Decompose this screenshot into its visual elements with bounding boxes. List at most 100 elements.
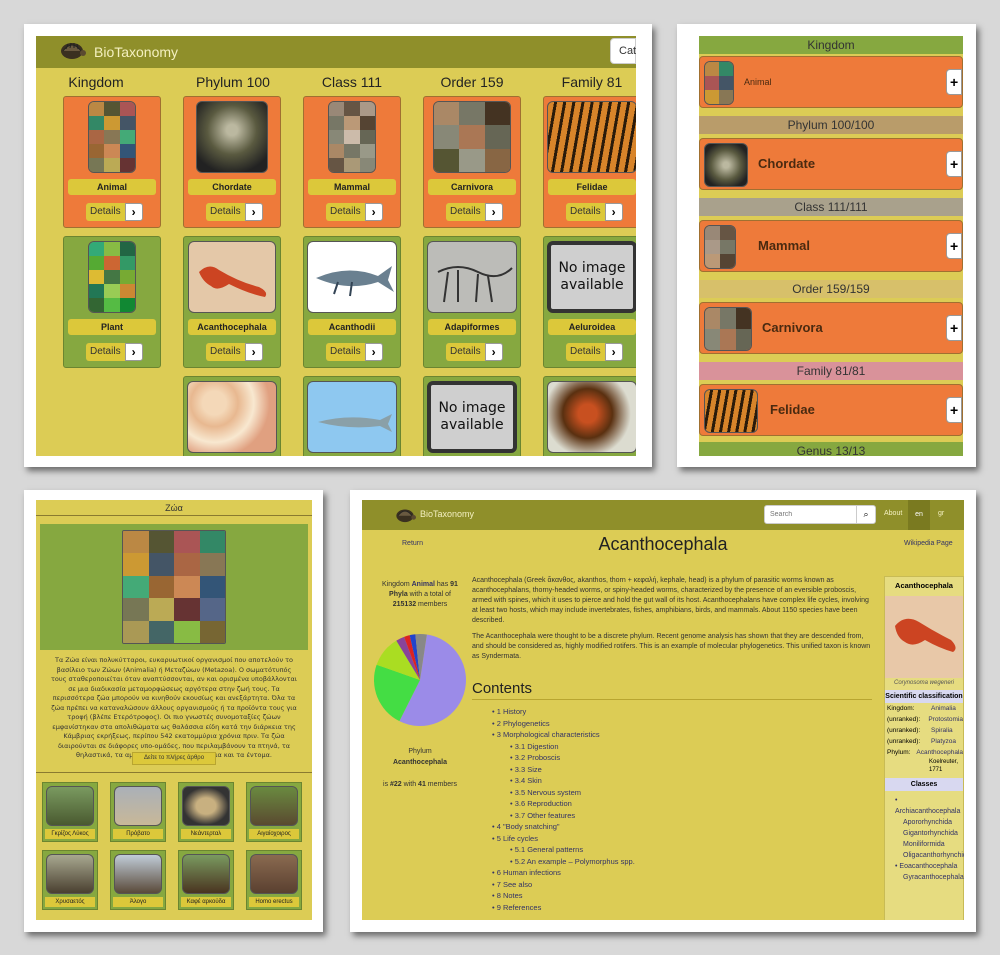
- chordate-thumbnail: [704, 143, 748, 187]
- full-article-button[interactable]: Δείτε το πλήρες άρθρο: [132, 752, 216, 765]
- level-header-genus: Genus 13/13: [699, 442, 963, 456]
- plant-collage-image: [88, 241, 136, 313]
- card-partial[interactable]: [303, 376, 401, 456]
- toc-item[interactable]: • 3.3 Size: [492, 764, 792, 776]
- row-animal[interactable]: Animal +: [699, 56, 963, 108]
- details-button[interactable]: Details ›: [86, 343, 143, 361]
- tile-golden-eagle[interactable]: Χρυσαετός: [42, 850, 98, 910]
- row-felidae[interactable]: Felidae +: [699, 384, 963, 436]
- tile-sheep[interactable]: Πρόβατο: [110, 782, 166, 842]
- toc-item[interactable]: • 3.1 Digestion: [492, 741, 792, 753]
- row-chordate[interactable]: Chordate +: [699, 138, 963, 190]
- card-partial[interactable]: [543, 376, 636, 456]
- carnivora-collage-image: [433, 101, 511, 173]
- card-animal[interactable]: Animal Details ›: [63, 96, 161, 228]
- toc-item[interactable]: • 3.6 Reproduction: [492, 798, 792, 810]
- card-acanthodii[interactable]: Acanthodii Details ›: [303, 236, 401, 368]
- toc-item[interactable]: • 2 Phylogenetics: [492, 718, 792, 730]
- details-button[interactable]: Details ›: [446, 343, 503, 361]
- kingdom-link[interactable]: Animal: [412, 581, 435, 588]
- search-input[interactable]: [764, 505, 858, 524]
- details-button[interactable]: Details ›: [566, 203, 623, 221]
- details-button[interactable]: Details ›: [326, 203, 383, 221]
- card-label: Acanthodii: [308, 319, 396, 335]
- toc-item[interactable]: • 3.7 Other features: [492, 810, 792, 822]
- search-icon[interactable]: ⌕: [856, 505, 876, 524]
- chevron-right-icon: ›: [124, 343, 143, 361]
- card-carnivora[interactable]: Carnivora Details ›: [423, 96, 521, 228]
- plus-icon[interactable]: +: [946, 397, 962, 423]
- tile-neanderthal[interactable]: Νεάντερταλ: [178, 782, 234, 842]
- class-item[interactable]: Gigantorhynchida: [895, 828, 963, 839]
- row-carnivora[interactable]: Carnivora +: [699, 302, 963, 354]
- app-title[interactable]: BioTaxonomy: [420, 509, 474, 519]
- kingdom-stats: Kingdom Animal has 91 Phyla with a total…: [382, 581, 458, 608]
- toc-item[interactable]: • 5.2 An example – Polymorphus spp.: [492, 856, 792, 868]
- toc-item[interactable]: • 3.4 Skin: [492, 775, 792, 787]
- tile-horse[interactable]: Άλογο: [110, 850, 166, 910]
- toc-item[interactable]: • 4 "Body snatching": [492, 821, 792, 833]
- toc-item[interactable]: • 9 References: [492, 902, 792, 914]
- class-item[interactable]: Apororhynchida: [895, 817, 963, 828]
- panel-phylum-article: BioTaxonomy ⌕ About en gr Return Acantho…: [350, 490, 976, 932]
- no-image-placeholder: No image available: [547, 241, 636, 313]
- armadillo-logo-icon[interactable]: [58, 39, 86, 66]
- class-item[interactable]: • Eoacanthocephala: [895, 861, 963, 872]
- details-button[interactable]: Details ›: [566, 343, 623, 361]
- tile-brown-bear[interactable]: Καφέ αρκούδα: [178, 850, 234, 910]
- tile-homo-erectus[interactable]: Homo erectus: [246, 850, 302, 910]
- plus-icon[interactable]: +: [946, 69, 962, 95]
- nav-about[interactable]: About: [884, 510, 902, 517]
- toc-item[interactable]: • 3.5 Nervous system: [492, 787, 792, 799]
- toc-item[interactable]: • 6 Human infections: [492, 867, 792, 879]
- wolf-image: [46, 786, 94, 826]
- card-label: Plant: [68, 319, 156, 335]
- chevron-right-icon: ›: [484, 203, 503, 221]
- toc-item[interactable]: • 3.2 Proboscis: [492, 752, 792, 764]
- card-acanthocephala[interactable]: Acanthocephala Details ›: [183, 236, 281, 368]
- armadillo-logo-icon[interactable]: [394, 506, 416, 529]
- column-header-kingdom: Kingdom: [68, 74, 124, 90]
- panel-taxonomy-list: Kingdom Animal + Phylum 100/100 Chordate…: [677, 24, 976, 467]
- tile-aigaiochoiros[interactable]: Αιγαίοχοιρος: [246, 782, 302, 842]
- toc-item[interactable]: • 5 Life cycles: [492, 833, 792, 845]
- phylum-rank: Phylum Acanthocephala is #22 with 41 membe…: [383, 748, 457, 788]
- wikipedia-link[interactable]: Wikipedia Page: [904, 540, 953, 547]
- details-button[interactable]: Details ›: [206, 203, 263, 221]
- row-mammal[interactable]: Mammal +: [699, 220, 963, 272]
- toc-item[interactable]: • 8 Notes: [492, 890, 792, 902]
- plus-icon[interactable]: +: [946, 151, 962, 177]
- card-label: Adapiformes: [428, 319, 516, 335]
- plus-icon[interactable]: +: [946, 315, 962, 341]
- details-button[interactable]: Details ›: [446, 203, 503, 221]
- class-item[interactable]: Moniliformida: [895, 839, 963, 850]
- column-header-order: Order 159: [440, 74, 504, 90]
- toc-item[interactable]: • 7 See also: [492, 879, 792, 891]
- taxon-authority: Koelreuter, 1771: [929, 759, 959, 773]
- class-item[interactable]: Gyracanthocephala: [895, 872, 964, 883]
- card-partial[interactable]: No image available: [423, 376, 521, 456]
- lang-gr[interactable]: gr: [938, 510, 944, 517]
- taxobox-title: Acanthocephala: [895, 581, 953, 590]
- category-button[interactable]: Cat: [610, 38, 636, 64]
- details-button[interactable]: Details ›: [326, 343, 383, 361]
- toc-item[interactable]: • 5.1 General patterns: [492, 844, 792, 856]
- app-title[interactable]: BioTaxonomy: [94, 44, 178, 60]
- tile-grey-wolf[interactable]: Γκρίζος Λύκος: [42, 782, 98, 842]
- card-chordate[interactable]: Chordate Details ›: [183, 96, 281, 228]
- card-partial[interactable]: [183, 376, 281, 456]
- class-item[interactable]: • Archiacanthocephala: [895, 795, 963, 817]
- details-button[interactable]: Details ›: [206, 343, 263, 361]
- card-mammal[interactable]: Mammal Details ›: [303, 96, 401, 228]
- plus-icon[interactable]: +: [946, 233, 962, 259]
- toc-item[interactable]: • 1 History: [492, 706, 792, 718]
- toc-item[interactable]: • 3 Morphological characteristics: [492, 729, 792, 741]
- card-plant[interactable]: Plant Details ›: [63, 236, 161, 368]
- card-aeluroidea[interactable]: No image available Aeluroidea Details ›: [543, 236, 636, 368]
- card-adapiformes[interactable]: Adapiformes Details ›: [423, 236, 521, 368]
- details-button[interactable]: Details ›: [86, 203, 143, 221]
- card-felidae[interactable]: Felidae Details ›: [543, 96, 636, 228]
- class-item[interactable]: Oligacanthorhynchida: [895, 850, 964, 861]
- lang-en[interactable]: en: [908, 500, 930, 530]
- homo-erectus-image: [250, 854, 298, 894]
